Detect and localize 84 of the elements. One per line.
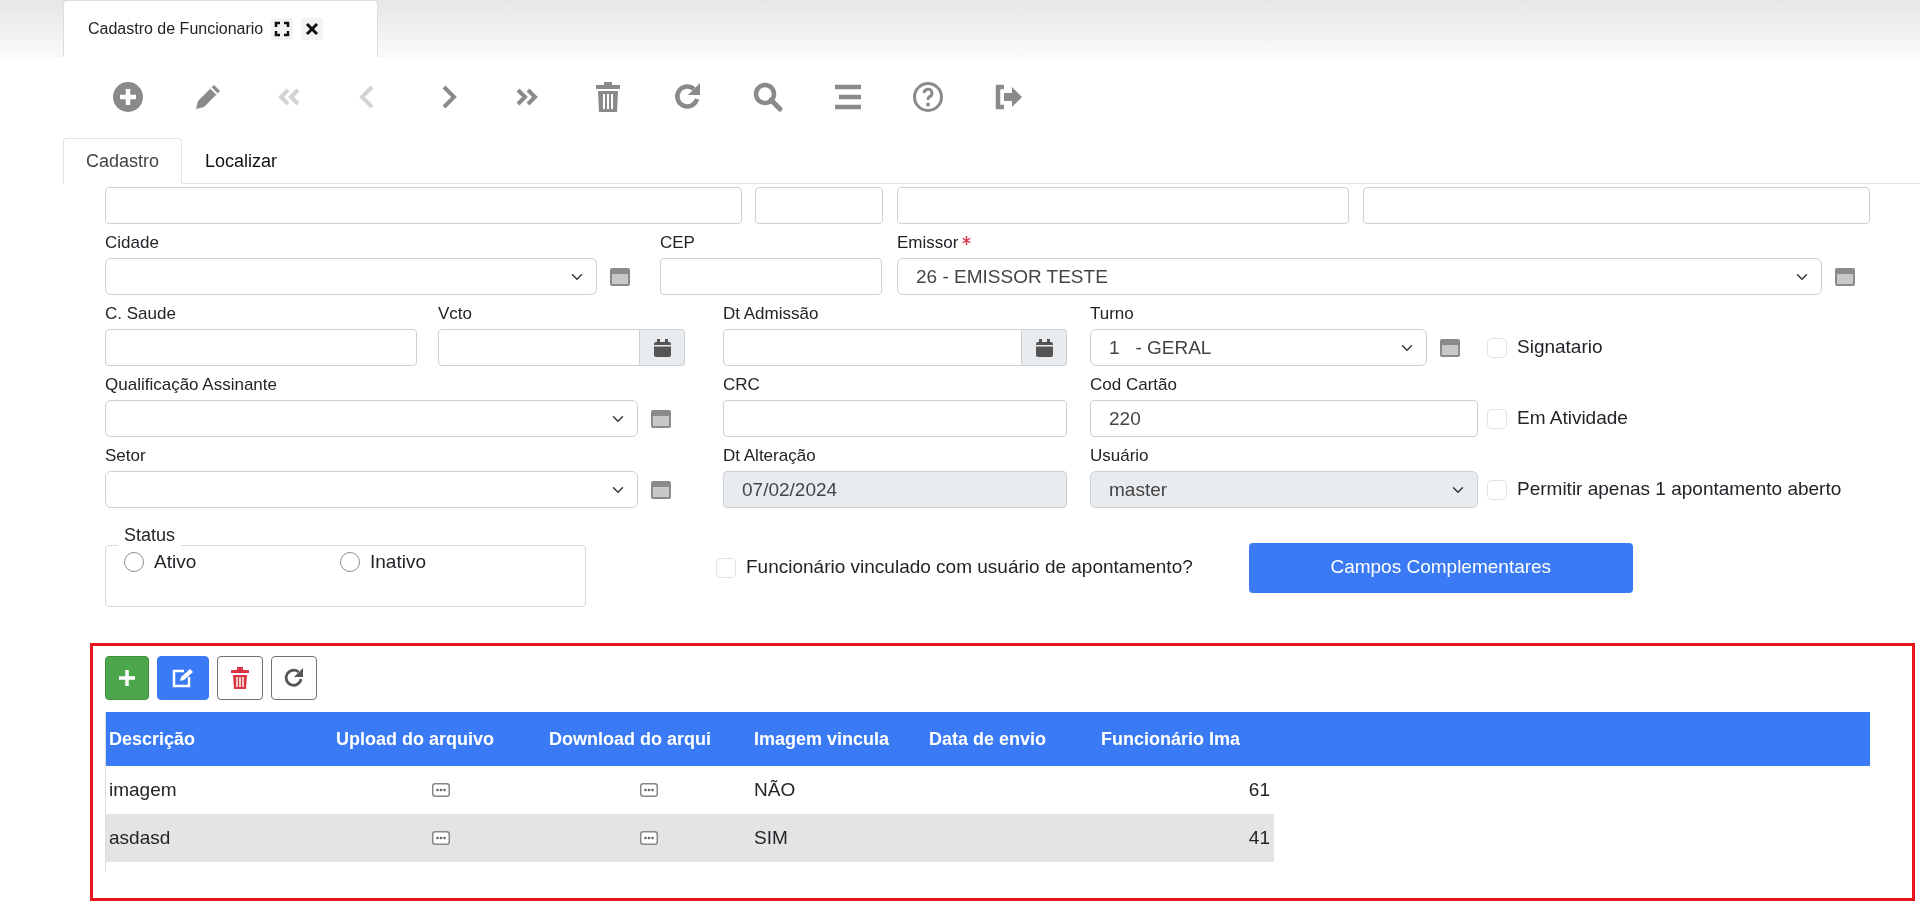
form-tab[interactable]: Cadastro <box>63 138 183 184</box>
column-header[interactable]: Data de envio <box>926 725 1098 753</box>
field-label: Cod Cartão <box>1090 374 1177 396</box>
text-field[interactable] <box>1363 187 1870 224</box>
tab-title: Cadastro de Funcionario <box>88 19 264 39</box>
checkbox[interactable] <box>1487 479 1507 500</box>
text-field[interactable] <box>660 258 882 295</box>
table-cell-text: 41 <box>1247 825 1271 850</box>
date-field[interactable] <box>438 329 685 366</box>
column-header[interactable]: Upload do arquivo <box>336 725 546 753</box>
text-field[interactable] <box>755 187 883 224</box>
select-field[interactable]: 1 - GERAL <box>1090 329 1427 366</box>
form-tab[interactable]: Localizar <box>182 138 301 184</box>
table-cell-text: 61 <box>1247 777 1271 802</box>
radio-label: Inativo <box>370 550 426 574</box>
table-cell-text: NÃO <box>753 777 797 802</box>
select-field[interactable] <box>105 258 597 295</box>
select-field[interactable] <box>105 471 638 508</box>
refresh-button[interactable] <box>271 656 317 700</box>
selected-row[interactable]: asdasd SIM 41 <box>106 814 1274 862</box>
lookup-icon[interactable] <box>610 267 630 286</box>
group-legend: Status <box>118 526 182 544</box>
lookup-icon[interactable] <box>1835 267 1855 286</box>
text-field[interactable] <box>723 400 1067 437</box>
column-header[interactable]: Download do arqui <box>546 725 751 753</box>
checkbox-label: Signatario <box>1517 335 1603 360</box>
select-field[interactable] <box>105 400 638 437</box>
close-icon[interactable] <box>301 18 324 40</box>
trash-icon <box>231 667 249 689</box>
radio-button[interactable] <box>340 552 360 573</box>
lookup-icon[interactable] <box>651 409 671 428</box>
table-cell-text: asdasd <box>108 825 172 850</box>
field-label: Usuário <box>1090 445 1149 467</box>
plus-circle-icon[interactable] <box>112 81 144 113</box>
calendar-icon <box>653 338 671 357</box>
ellipsis-icon[interactable] <box>639 831 658 845</box>
checkbox[interactable] <box>1487 408 1507 429</box>
field-label: Vcto <box>438 303 473 325</box>
text-field[interactable] <box>105 187 742 224</box>
text-field[interactable] <box>105 329 417 366</box>
text-field[interactable] <box>897 187 1349 224</box>
field-label: Turno <box>1090 303 1134 325</box>
checkbox[interactable] <box>1487 337 1507 358</box>
edit-icon <box>172 668 194 688</box>
field-label: Dt Alteração <box>723 445 816 467</box>
ellipsis-icon[interactable] <box>639 783 658 797</box>
checkbox-label: Em Atividade <box>1517 406 1628 431</box>
field-label: Dt Admissão <box>723 303 819 325</box>
ellipsis-icon[interactable] <box>432 831 450 845</box>
field-label: Setor <box>105 445 146 467</box>
edit-button[interactable] <box>157 656 209 700</box>
table-cell-text: SIM <box>753 825 789 850</box>
checkbox[interactable] <box>716 557 736 578</box>
radio-label: Ativo <box>154 550 197 574</box>
calendar-icon <box>1035 338 1053 357</box>
radio-button[interactable] <box>124 552 144 573</box>
field-label: CRC <box>723 374 760 396</box>
checkbox-label: Funcionário vinculado com usuário de apontamento? <box>746 555 1193 580</box>
column-header[interactable]: Funcionário Ima <box>1098 725 1274 753</box>
redo-icon <box>283 667 305 689</box>
ellipsis-icon[interactable] <box>432 783 450 797</box>
document-tab[interactable]: Cadastro de Funcionario <box>63 0 378 57</box>
field-label: CEP <box>660 232 695 254</box>
select-field[interactable]: 26 - EMISSOR TESTE <box>897 258 1822 295</box>
plus-icon <box>118 669 136 687</box>
lookup-icon[interactable] <box>651 480 671 499</box>
maximize-icon[interactable] <box>271 18 294 40</box>
delete-button[interactable] <box>217 656 263 700</box>
column-header[interactable]: Descrição <box>106 725 336 753</box>
column-header[interactable]: Imagem vincula <box>751 725 926 753</box>
field-label: C. Saude <box>105 303 176 325</box>
table-cell-text: imagem <box>108 777 178 802</box>
field-label: Qualificação Assinante <box>105 374 277 396</box>
lookup-icon[interactable] <box>1440 338 1460 357</box>
field-label: Emissor <box>897 232 959 254</box>
field-label: Cidade <box>105 232 159 254</box>
date-field[interactable] <box>723 329 1067 366</box>
text-field[interactable]: 220 <box>1090 400 1478 437</box>
help-icon[interactable] <box>912 81 944 113</box>
add-button[interactable] <box>105 656 149 700</box>
checkbox-label: Permitir apenas 1 apontamento aberto <box>1517 477 1842 502</box>
required-asterisk-icon <box>962 235 972 245</box>
complementary-fields-button[interactable]: Campos Complementares <box>1248 542 1633 593</box>
search-icon[interactable] <box>752 81 784 113</box>
